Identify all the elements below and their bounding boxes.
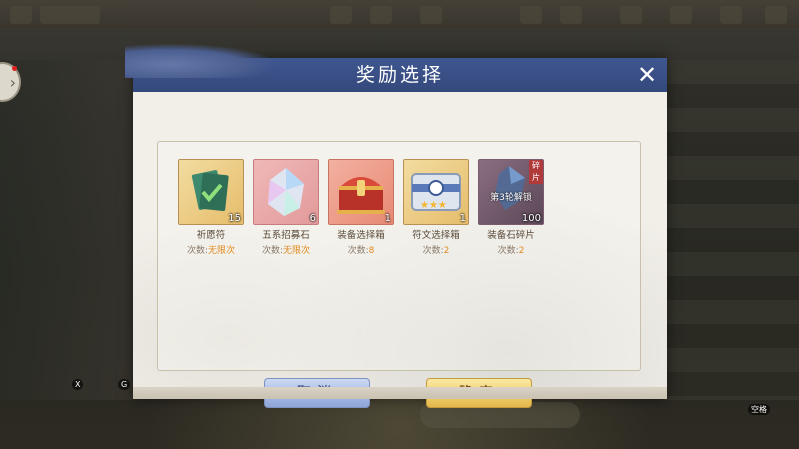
reward-select-dialog: 奖励选择 ✕ 15 祈愿符 次数:无限次 6 五系招募石 次数:无限次 1 装备… (125, 44, 667, 408)
top-icon (560, 6, 582, 24)
item-frame: ★★★ 1 (403, 159, 469, 225)
item-name: 祈愿符 (196, 230, 226, 241)
reward-panel: 15 祈愿符 次数:无限次 6 五系招募石 次数:无限次 1 装备选择箱 次数:… (157, 141, 641, 371)
item-times: 次数:无限次 (261, 246, 311, 256)
top-bar (0, 0, 799, 28)
item-times: 次数:8 (347, 246, 375, 256)
menu-icon (10, 6, 32, 24)
top-icon (520, 6, 542, 24)
item-name: 装备选择箱 (337, 230, 385, 241)
item-times: 次数:无限次 (186, 246, 236, 256)
item-name: 符文选择箱 (412, 230, 460, 241)
top-tab (40, 6, 100, 24)
reward-item[interactable]: ★★★ 1 符文选择箱 次数:2 (403, 159, 469, 256)
dialog-title: 奖励选择 (355, 64, 444, 86)
item-frame: 碎片 第3轮解锁 100 (478, 159, 544, 225)
silver-rune-chest-icon: ★★★ (411, 173, 461, 211)
item-count: 15 (228, 213, 241, 224)
background-left-panel (0, 60, 133, 400)
background-shelf (664, 60, 799, 400)
reward-item[interactable]: 1 装备选择箱 次数:8 (328, 159, 394, 256)
top-icon (420, 6, 442, 24)
close-icon: ✕ (636, 61, 658, 89)
item-count: 6 (309, 213, 316, 224)
svg-text:★★★: ★★★ (420, 200, 447, 211)
top-icon (330, 6, 352, 24)
reward-item[interactable]: 15 祈愿符 次数:无限次 (178, 159, 244, 256)
top-icon (670, 6, 692, 24)
top-icon (620, 6, 642, 24)
top-icon (765, 6, 787, 24)
reward-item[interactable]: 6 五系招募石 次数:无限次 (253, 159, 319, 256)
item-name: 装备石碎片 (487, 230, 535, 241)
close-button[interactable]: ✕ (633, 61, 661, 89)
chevron-right-icon: › (9, 72, 16, 92)
item-count: 100 (521, 213, 541, 224)
item-frame: 1 (328, 159, 394, 225)
top-icon (370, 6, 392, 24)
top-icon (720, 6, 742, 24)
reward-item[interactable]: 碎片 第3轮解锁 100 装备石碎片 次数:2 (478, 159, 544, 256)
dialog-header: 奖励选择 ✕ (125, 44, 667, 92)
item-frame: 15 (178, 159, 244, 225)
key-hint-g: G (118, 379, 131, 390)
item-frame: 6 (253, 159, 319, 225)
crystal-stone-icon (268, 168, 304, 216)
item-count: 1 (384, 213, 391, 224)
red-treasure-chest-icon (337, 177, 385, 214)
shard-tag: 碎片 (529, 160, 543, 184)
item-name: 五系招募石 (262, 230, 310, 241)
notification-dot (12, 66, 17, 71)
unlock-round-label: 第3轮解锁 (490, 193, 532, 203)
dialog-bottom-border (133, 387, 667, 399)
item-times: 次数:2 (422, 246, 450, 256)
key-hint-space: 空格 (748, 404, 770, 415)
dialog-body: 15 祈愿符 次数:无限次 6 五系招募石 次数:无限次 1 装备选择箱 次数:… (133, 92, 667, 408)
item-times: 次数:2 (497, 246, 525, 256)
item-count: 1 (459, 213, 466, 224)
